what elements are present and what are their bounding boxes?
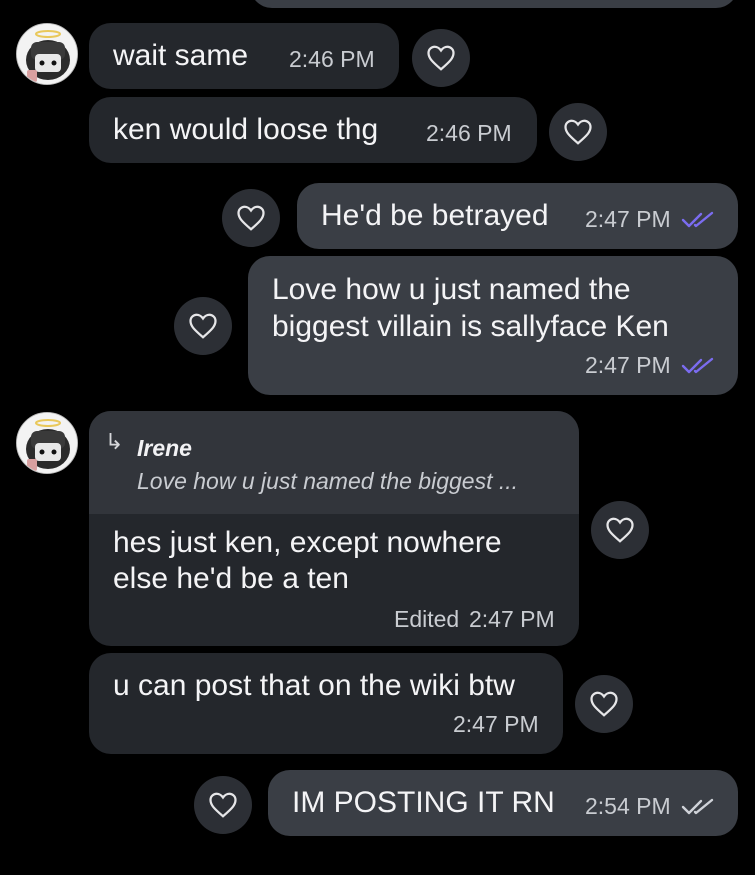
heart-outline-icon [564,119,592,145]
reply-preview: Love how u just named the biggest ... [137,468,519,494]
avatar-image [17,24,77,84]
message-text-line-2: else he'd be a ten [113,562,349,595]
heart-outline-icon [427,45,455,71]
react-button[interactable] [222,189,280,247]
message-time: 2:47 PM [453,711,539,737]
heart-outline-icon [189,313,217,339]
message-text-line-2: biggest villain is sallyface Ken [272,310,669,343]
heart-outline-icon [606,517,634,543]
message-text: He'd be betrayed [321,199,549,232]
message-time: 2:46 PM [426,120,512,146]
sent-receipt [681,798,715,821]
react-button[interactable] [575,675,633,733]
previous-message-bubble[interactable] [250,0,738,8]
message-bubble-wiki[interactable]: u can post that on the wiki btw 2:47 PM [89,653,563,754]
message-bubble-posting[interactable]: IM POSTING IT RN 2:54 PM [268,770,738,836]
edited-label: Edited [394,606,460,632]
message-bubble-ken-would-loose[interactable]: ken would loose thg 2:46 PM [89,97,537,163]
heart-outline-icon [237,205,265,231]
double-check-icon [681,357,714,374]
message-time: 2:47 PM [585,206,671,232]
double-check-icon [681,798,714,815]
message-text: IM POSTING IT RN [292,786,555,819]
avatar[interactable] [16,412,78,474]
reply-arrow-icon: ↳ [105,429,124,454]
avatar-image [17,413,77,473]
reply-quote[interactable]: ↳ Irene Love how u just named the bigges… [89,411,579,514]
double-check-icon [681,211,714,228]
message-time: 2:47 PM [585,352,671,378]
message-time: 2:46 PM [289,46,375,72]
message-time: 2:47 PM [469,606,555,632]
message-bubble-betrayed[interactable]: He'd be betrayed 2:47 PM [297,183,738,249]
react-button[interactable] [174,297,232,355]
heart-outline-icon [209,792,237,818]
react-button[interactable] [549,103,607,161]
react-button[interactable] [412,29,470,87]
message-bubble-wait-same[interactable]: wait same 2:46 PM [89,23,399,89]
read-receipt [681,357,715,380]
react-button[interactable] [591,501,649,559]
message-text: ken would loose thg [113,113,379,146]
message-text: wait same [113,39,249,72]
read-receipt [681,211,715,234]
message-text-line-1: Love how u just named the [272,273,631,306]
react-button[interactable] [194,776,252,834]
message-time: 2:54 PM [585,793,671,819]
message-text-line-1: hes just ken, except nowhere [113,526,502,559]
message-text: u can post that on the wiki btw [113,669,515,702]
message-bubble-reply[interactable]: ↳ Irene Love how u just named the bigges… [89,411,579,646]
heart-outline-icon [590,691,618,717]
message-bubble-love-how[interactable]: Love how u just named the biggest villai… [248,256,738,395]
avatar[interactable] [16,23,78,85]
reply-author: Irene [137,435,192,461]
